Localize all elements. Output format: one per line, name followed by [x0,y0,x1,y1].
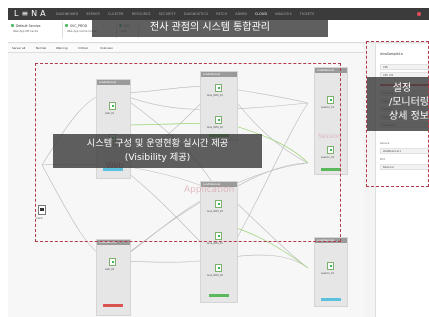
group-status-bar [209,294,229,297]
node-label: lena_WAS_01 [207,242,223,245]
node-label: web_02 [105,268,115,271]
visibility-line-1: 시스템 구성 및 운영현황 실시간 제공 [86,138,229,149]
detail-highlight-box [366,41,429,187]
tab-default-service[interactable]: Default Service Web App DB Cache [10,22,63,38]
filter-unknown[interactable]: Unknown [100,46,113,50]
filter-all[interactable]: Server all [12,46,25,50]
nav-dashboard[interactable]: DASHBOARD [56,8,78,20]
filter-normal[interactable]: Normal [36,46,46,50]
filter-critical[interactable]: Critical [78,46,88,50]
group-status-bar [321,298,341,301]
visibility-overlay: 시스템 구성 및 운영현황 실시간 제공 (Visibility 제공) [53,134,262,168]
headline-overlay: 전사 관점의 시스템 통합관리 [92,19,328,37]
group-status-bar [103,304,123,307]
filter-warning[interactable]: Warning [56,46,68,50]
web-node-icon[interactable] [109,258,116,266]
was-node-icon[interactable] [215,264,222,272]
tab-subtitle: Web App DB Cache [13,30,39,33]
tab-title: SVC_PROD [70,24,88,28]
visibility-line-2: (Visibility 제공) [124,152,191,163]
app-logo[interactable]: L≡NA [14,8,49,20]
user-status-icon[interactable] [417,12,421,16]
status-icon [65,24,68,27]
web-group-bottom[interactable]: Loadbalancer web_02 [96,239,131,316]
node-label: lena_WAS_02 [207,274,223,277]
node-label: session_01 [321,272,335,275]
status-filter-bar: Server all Normal Warning Critical Unkno… [8,44,364,53]
status-icon [11,24,14,27]
session-group-bottom[interactable]: Loadbalancer session_01 [314,237,348,307]
tab-title: Default Service [16,24,41,28]
session-node-icon[interactable] [327,262,334,270]
